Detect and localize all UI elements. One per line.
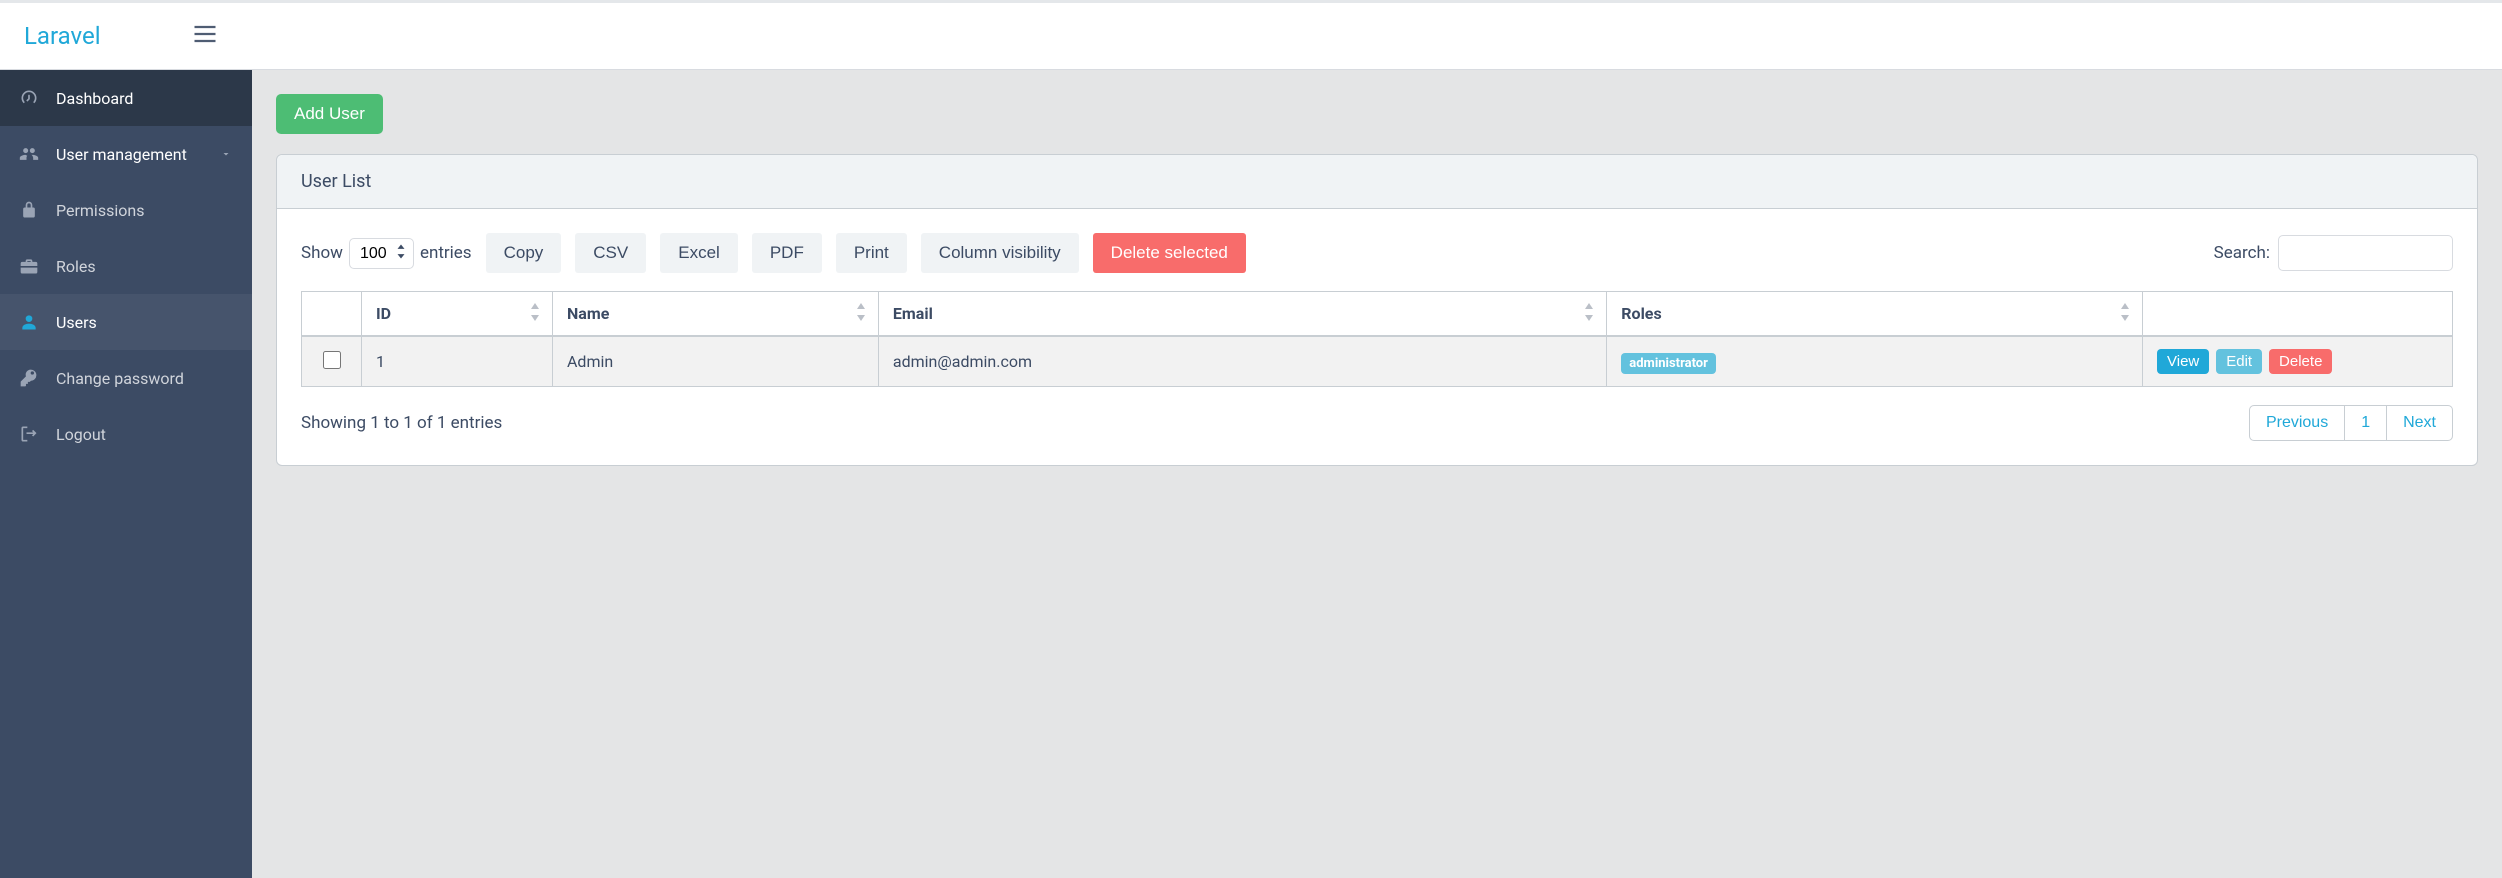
table-info: Showing 1 to 1 of 1 entries: [301, 413, 502, 433]
page-1-button[interactable]: 1: [2345, 405, 2387, 441]
delete-button[interactable]: Delete: [2269, 349, 2332, 374]
sidebar: Dashboard User management Permissions Ro…: [0, 70, 252, 878]
column-header-actions: [2143, 292, 2453, 337]
cell-id: 1: [362, 336, 553, 387]
column-header-name[interactable]: Name: [552, 292, 878, 337]
delete-selected-button[interactable]: Delete selected: [1093, 233, 1246, 273]
sidebar-item-label: User management: [56, 145, 204, 164]
column-visibility-button[interactable]: Column visibility: [921, 233, 1079, 273]
next-page-button[interactable]: Next: [2387, 405, 2453, 441]
pdf-button[interactable]: PDF: [752, 233, 822, 273]
role-badge: administrator: [1621, 353, 1716, 374]
sort-icon: [2118, 303, 2132, 325]
edit-button[interactable]: Edit: [2216, 349, 2262, 374]
view-button[interactable]: View: [2157, 349, 2209, 374]
users-icon: [18, 143, 40, 165]
sidebar-item-label: Logout: [56, 425, 234, 444]
main-content: Add User User List Show 100 entries Co: [252, 70, 2502, 878]
menu-toggle-button[interactable]: [191, 20, 219, 52]
cell-email: admin@admin.com: [878, 336, 1606, 387]
sort-icon: [854, 303, 868, 325]
sidebar-item-roles[interactable]: Roles: [0, 238, 252, 294]
sidebar-item-label: Roles: [56, 257, 234, 276]
show-label: Show: [301, 243, 343, 263]
menu-icon: [191, 20, 219, 48]
add-user-button[interactable]: Add User: [276, 94, 383, 134]
cell-name: Admin: [552, 336, 878, 387]
briefcase-icon: [18, 255, 40, 277]
sidebar-item-permissions[interactable]: Permissions: [0, 182, 252, 238]
select-all-header[interactable]: [302, 292, 362, 337]
sidebar-item-user-management[interactable]: User management: [0, 126, 252, 182]
search-label: Search:: [2214, 243, 2270, 263]
users-table: ID Name Email: [301, 291, 2453, 387]
card-title: User List: [277, 155, 2477, 209]
user-list-card: User List Show 100 entries Copy CSV: [276, 154, 2478, 466]
key-icon: [18, 367, 40, 389]
sidebar-item-change-password[interactable]: Change password: [0, 350, 252, 406]
sidebar-item-label: Permissions: [56, 201, 234, 220]
sidebar-item-label: Users: [56, 313, 234, 332]
table-row: 1 Admin admin@admin.com administrator Vi…: [302, 336, 2453, 387]
sidebar-item-label: Change password: [56, 369, 234, 388]
entries-select[interactable]: 100: [349, 238, 414, 269]
excel-button[interactable]: Excel: [660, 233, 738, 273]
sort-icon: [1582, 303, 1596, 325]
sidebar-item-logout[interactable]: Logout: [0, 406, 252, 462]
copy-button[interactable]: Copy: [486, 233, 562, 273]
brand-link[interactable]: Laravel: [24, 22, 101, 50]
topbar: Laravel: [0, 0, 2502, 70]
gauge-icon: [18, 87, 40, 109]
column-header-roles[interactable]: Roles: [1607, 292, 2143, 337]
row-checkbox[interactable]: [323, 351, 341, 369]
user-icon: [18, 311, 40, 333]
pagination: Previous 1 Next: [2249, 405, 2453, 441]
sidebar-item-label: Dashboard: [56, 89, 234, 108]
sidebar-item-dashboard[interactable]: Dashboard: [0, 70, 252, 126]
column-header-id[interactable]: ID: [362, 292, 553, 337]
lock-icon: [18, 199, 40, 221]
search-input[interactable]: [2278, 235, 2453, 271]
print-button[interactable]: Print: [836, 233, 907, 273]
sort-icon: [528, 303, 542, 325]
prev-page-button[interactable]: Previous: [2249, 405, 2345, 441]
logout-icon: [18, 423, 40, 445]
sidebar-item-users[interactable]: Users: [0, 294, 252, 350]
csv-button[interactable]: CSV: [575, 233, 646, 273]
column-header-email[interactable]: Email: [878, 292, 1606, 337]
chevron-down-icon: [220, 145, 234, 164]
entries-label: entries: [420, 243, 472, 263]
